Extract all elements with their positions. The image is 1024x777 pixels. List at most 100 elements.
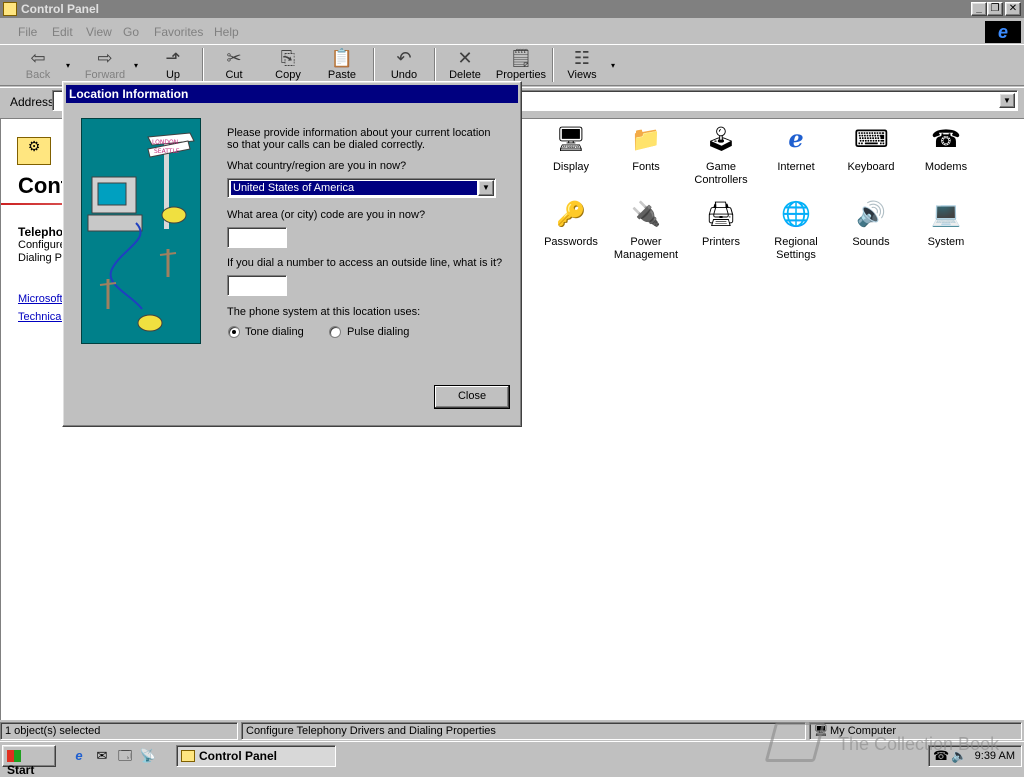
modems-icon: ☎	[931, 126, 961, 153]
address-dropdown-icon[interactable]: ▼	[999, 93, 1015, 108]
menu-edit[interactable]: Edit	[52, 25, 73, 39]
power-management-icon: 🔌	[631, 201, 661, 228]
status-selected: 1 object(s) selected	[0, 722, 238, 740]
window-title: Control Panel	[21, 2, 100, 16]
country-label: What country/region are you in now?	[227, 160, 407, 172]
tone-dialing-label[interactable]: Tone dialing	[245, 326, 304, 338]
views-dropdown-icon[interactable]: ▾	[611, 61, 615, 70]
pulse-dialing-radio[interactable]	[329, 326, 341, 338]
menu-view[interactable]: View	[86, 25, 112, 39]
menu-file[interactable]: File	[18, 25, 37, 39]
ie-quicklaunch-icon[interactable]: e	[70, 747, 88, 765]
phone-system-label: The phone system at this location uses:	[227, 306, 421, 318]
book-icon	[764, 722, 826, 762]
delete-button[interactable]: ✕ Delete	[440, 47, 490, 85]
menu-favorites[interactable]: Favorites	[154, 25, 203, 39]
cp-item-modems[interactable]: ☎ Modems	[909, 123, 983, 174]
watermark-text: The Collection Book	[838, 734, 1000, 754]
display-icon: 🖥	[555, 126, 587, 153]
cp-item-printers[interactable]: 🖨 Printers	[684, 198, 758, 249]
country-select[interactable]: United States of America ▼	[227, 178, 496, 198]
menu-go[interactable]: Go	[123, 25, 139, 39]
windows-logo-icon	[7, 750, 21, 762]
area-code-label: What area (or city) code are you in now?	[227, 209, 426, 221]
properties-button[interactable]: 🗒 Properties	[494, 47, 548, 85]
control-panel-icon	[181, 750, 195, 762]
window-titlebar[interactable]: Control Panel _ ❐ ✕	[0, 0, 1024, 18]
fonts-icon: 📁	[631, 126, 661, 153]
tone-dialing-radio[interactable]	[228, 326, 240, 338]
passwords-icon: 🔑	[556, 201, 586, 228]
watermark: The Collection Book	[764, 718, 1020, 768]
toolbar-separator	[202, 48, 204, 82]
cp-item-display[interactable]: 🖥 Display	[534, 123, 608, 174]
sign-seattle: SEATTLE	[154, 148, 180, 155]
control-panel-icon	[3, 2, 17, 16]
toolbar-separator	[552, 48, 554, 82]
cp-item-game-controllers[interactable]: 🕹 Game Controllers	[684, 123, 758, 187]
cp-item-power-management[interactable]: 🔌 Power Management	[609, 198, 683, 262]
undo-button[interactable]: ↶ Undo	[379, 47, 429, 85]
forward-dropdown-icon[interactable]: ▾	[134, 61, 138, 70]
cp-item-sounds[interactable]: 🔊 Sounds	[834, 198, 908, 249]
printers-icon: 🖨	[705, 201, 737, 228]
back-arrow-icon: ⇦	[30, 48, 46, 68]
toolbar-separator	[434, 48, 436, 82]
game-controllers-icon: 🕹	[705, 126, 737, 153]
close-button[interactable]: Close	[434, 385, 510, 409]
keyboard-icon: ⌨	[854, 126, 889, 153]
views-button[interactable]: ☷ Views	[557, 47, 607, 85]
internet-icon: ℯ	[788, 126, 804, 153]
ie-logo-icon: e	[985, 21, 1021, 43]
toolbar-separator	[373, 48, 375, 82]
regional-settings-icon: 🌐	[781, 201, 811, 228]
views-icon: ☷	[573, 48, 591, 68]
up-button[interactable]: ⬏ Up	[148, 47, 198, 85]
cut-button[interactable]: ✂ Cut	[209, 47, 259, 85]
menu-bar: File Edit View Go Favorites Help	[0, 20, 1024, 42]
copy-icon: ⎘	[280, 48, 296, 68]
menu-help[interactable]: Help	[214, 25, 239, 39]
telephone-computer-illustration: LONDON SEATTLE	[87, 132, 195, 332]
system-icon: 💻	[931, 201, 961, 228]
outside-line-label: If you dial a number to access an outsid…	[227, 257, 503, 269]
country-select-value: United States of America	[230, 180, 478, 196]
paste-button[interactable]: 📋 Paste	[317, 47, 367, 85]
start-button[interactable]: Start	[2, 745, 56, 777]
close-window-button[interactable]: ✕	[1005, 2, 1021, 16]
toolbar: ⇦ Back ▾ ⇨ Forward ▾ ⬏ Up ✂ Cut ⎘ Copy 📋 Paste…	[0, 44, 1024, 86]
scissors-icon: ✂	[226, 48, 242, 68]
cp-item-keyboard[interactable]: ⌨ Keyboard	[834, 123, 908, 174]
cp-item-system[interactable]: 💻 System	[909, 198, 983, 249]
back-dropdown-icon[interactable]: ▾	[66, 61, 70, 70]
dialog-titlebar[interactable]: Location Information	[66, 85, 518, 103]
outlook-express-icon[interactable]: ✉	[93, 747, 111, 765]
dialog-intro: Please provide information about your cu…	[227, 127, 491, 151]
channels-icon[interactable]: 📡	[139, 747, 157, 765]
taskbar-control-panel-button[interactable]: Control Panel	[176, 745, 336, 767]
back-button[interactable]: ⇦ Back	[13, 47, 63, 85]
undo-icon: ↶	[396, 48, 412, 68]
area-code-input[interactable]	[227, 227, 287, 248]
address-label: Address	[10, 95, 55, 109]
delete-x-icon: ✕	[457, 48, 473, 68]
show-desktop-icon[interactable]: 🗔	[116, 747, 134, 765]
sign-london: LONDON	[152, 139, 178, 146]
cp-item-passwords[interactable]: 🔑 Passwords	[534, 198, 608, 249]
pulse-dialing-label[interactable]: Pulse dialing	[347, 326, 409, 338]
status-description: Configure Telephony Drivers and Dialing …	[241, 722, 806, 740]
forward-button[interactable]: ⇨ Forward	[80, 47, 130, 85]
clipboard-icon: 📋	[330, 48, 354, 68]
maximize-button[interactable]: ❐	[987, 2, 1003, 16]
forward-arrow-icon: ⇨	[97, 48, 113, 68]
properties-icon: 🗒	[509, 48, 533, 68]
minimize-button[interactable]: _	[971, 2, 987, 16]
cp-item-regional-settings[interactable]: 🌐 Regional Settings	[759, 198, 833, 262]
location-illustration: LONDON SEATTLE	[81, 118, 201, 344]
cp-item-internet[interactable]: ℯ Internet	[759, 123, 833, 174]
outside-line-input[interactable]	[227, 275, 287, 296]
copy-button[interactable]: ⎘ Copy	[263, 47, 313, 85]
location-information-dialog: Location Information LONDON SEATTLE Plea…	[62, 81, 522, 427]
cp-item-fonts[interactable]: 📁 Fonts	[609, 123, 683, 174]
chevron-down-icon[interactable]: ▼	[478, 180, 494, 196]
